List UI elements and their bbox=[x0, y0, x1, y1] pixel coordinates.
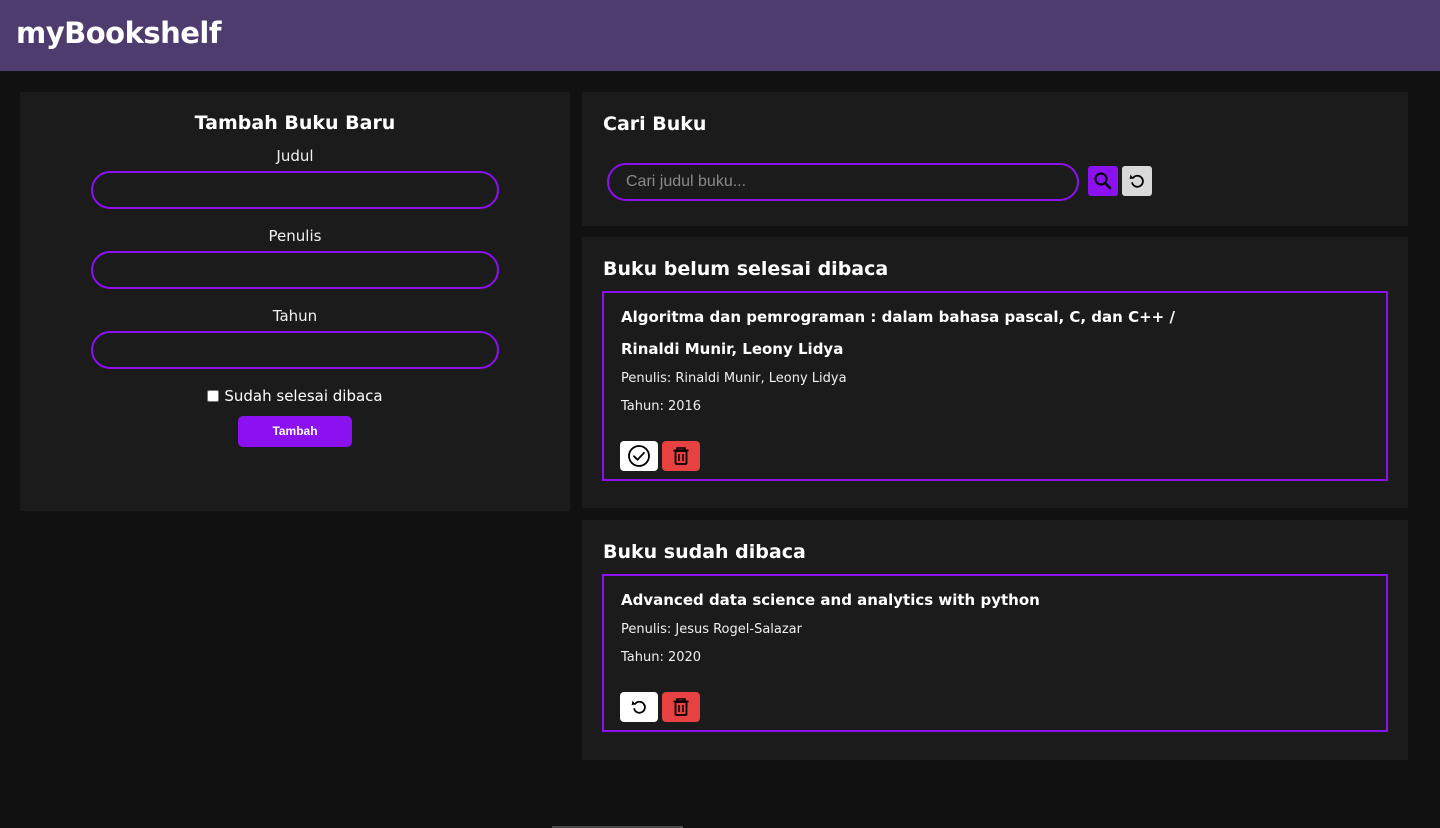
book-author: Penulis: Jesus Rogel-Salazar bbox=[621, 622, 802, 637]
trash-icon bbox=[673, 447, 689, 465]
book-card: Algoritma dan pemrograman : dalam bahasa… bbox=[602, 291, 1388, 481]
search-input[interactable] bbox=[607, 163, 1079, 201]
trash-icon bbox=[673, 698, 689, 716]
book-card: Advanced data science and analytics with… bbox=[602, 574, 1388, 732]
author-input[interactable] bbox=[91, 251, 499, 289]
app-header: myBookshelf bbox=[0, 0, 1440, 71]
read-section-title: Buku sudah dibaca bbox=[603, 541, 806, 563]
search-button[interactable] bbox=[1088, 166, 1118, 196]
book-title: Algoritma dan pemrograman : dalam bahasa… bbox=[621, 308, 1175, 326]
title-input[interactable] bbox=[91, 171, 499, 209]
book-title-line-2: Rinaldi Munir, Leony Lidya bbox=[621, 340, 844, 358]
check-circle-icon bbox=[628, 445, 650, 467]
book-author: Penulis: Rinaldi Munir, Leony Lidya bbox=[621, 371, 847, 386]
title-field-label: Judul bbox=[276, 147, 314, 165]
unread-books-panel: Buku belum selesai dibaca Algoritma dan … bbox=[582, 237, 1408, 508]
add-book-panel: Tambah Buku Baru Judul Penulis Tahun Sud… bbox=[20, 92, 570, 511]
finished-checkbox[interactable] bbox=[207, 390, 220, 402]
delete-book-button[interactable] bbox=[662, 441, 700, 471]
finished-checkbox-row: Sudah selesai dibaca bbox=[20, 387, 570, 405]
unread-section-title: Buku belum selesai dibaca bbox=[603, 258, 889, 280]
search-title: Cari Buku bbox=[603, 113, 707, 135]
book-title: Advanced data science and analytics with… bbox=[621, 591, 1040, 609]
year-field-label: Tahun bbox=[272, 307, 318, 325]
app-title: myBookshelf bbox=[16, 16, 222, 50]
author-field-label: Penulis bbox=[268, 227, 322, 245]
mark-unread-button[interactable] bbox=[620, 692, 658, 722]
add-book-title: Tambah Buku Baru bbox=[194, 112, 396, 134]
add-book-button[interactable]: Tambah bbox=[238, 416, 352, 447]
year-input[interactable] bbox=[91, 331, 499, 369]
book-year: Tahun: 2016 bbox=[621, 399, 702, 414]
reset-search-button[interactable] bbox=[1122, 166, 1152, 196]
undo-icon bbox=[631, 700, 646, 714]
search-icon bbox=[1094, 172, 1112, 190]
delete-book-button[interactable] bbox=[662, 692, 700, 722]
search-panel: Cari Buku bbox=[582, 92, 1408, 226]
mark-finished-button[interactable] bbox=[620, 441, 658, 471]
reset-icon bbox=[1129, 174, 1144, 188]
finished-checkbox-label[interactable]: Sudah selesai dibaca bbox=[224, 387, 382, 405]
read-books-panel: Buku sudah dibaca Advanced data science … bbox=[582, 520, 1408, 760]
book-year: Tahun: 2020 bbox=[621, 650, 702, 665]
